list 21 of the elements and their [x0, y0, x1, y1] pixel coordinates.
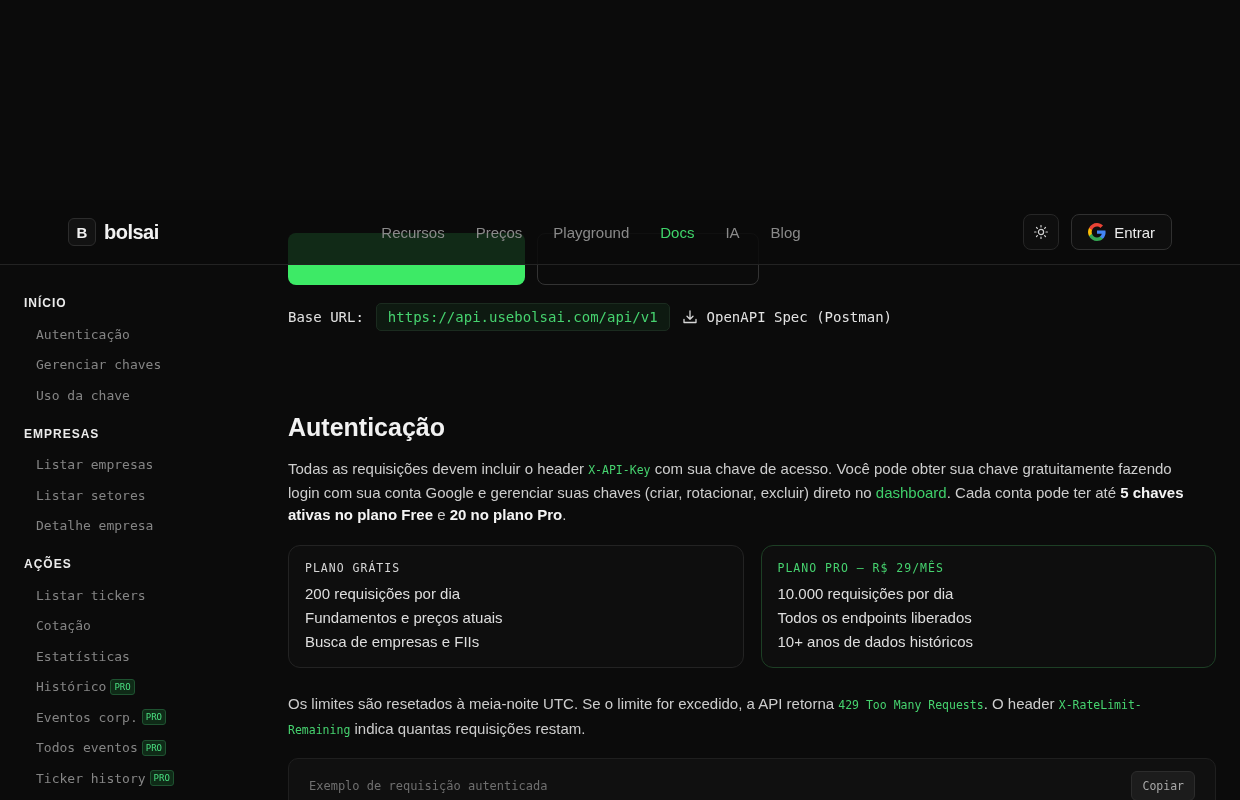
plan-title: PLANO GRÁTIS	[305, 559, 401, 576]
limits-paragraph: Os limites são resetados à meia-noite UTC. Se o limite for excedido, a API retorna 429 Too Many Requests. O header X-RateLimit-Remaining indica quantas requisições restam.	[288, 693, 1143, 739]
pro-badge: PRO	[110, 678, 135, 695]
plan-feature: 10+ anos de dados históricos	[777, 631, 974, 652]
base-url-label: Base URL:	[288, 308, 364, 325]
sidebar-section-title: AÇÕES	[24, 555, 72, 573]
plan-feature: Busca de empresas e FIIs	[305, 631, 480, 652]
plan-feature: 200 requisições por dia	[305, 583, 461, 604]
pro-badge: PRO	[141, 739, 166, 756]
sidebar-section-title: EMPRESAS	[24, 425, 100, 443]
section-heading: Autenticação	[288, 412, 445, 443]
pro-badge: PRO	[141, 709, 166, 726]
intro-paragraph: Todas as requisições devem incluir o header X-API-Key com sua chave de acesso. Você pode obter sua chave gratuitamente fazendo login com sua conta Google e gerenciar suas chaves (criar, rotacionar, excluir) direto no dashboard. Cada conta pode ter até 5 chaves ativas no plano Free e 20 no plano Pro.	[288, 459, 1185, 525]
base-url-value: https://api.usebolsai.com/api/v1	[375, 302, 670, 331]
plan-feature: 10.000 requisições por dia	[777, 583, 954, 604]
plan-feature: Todos os endpoints liberados	[777, 607, 972, 628]
pro-badge: PRO	[149, 770, 174, 787]
code-example-title: Exemplo de requisição autenticada	[309, 778, 548, 793]
plan-feature: Fundamentos e preços atuais	[305, 607, 503, 628]
plan-title: PLANO PRO — R$ 29/MÊS	[777, 559, 944, 576]
sidebar-section-title: INÍCIO	[24, 294, 67, 312]
